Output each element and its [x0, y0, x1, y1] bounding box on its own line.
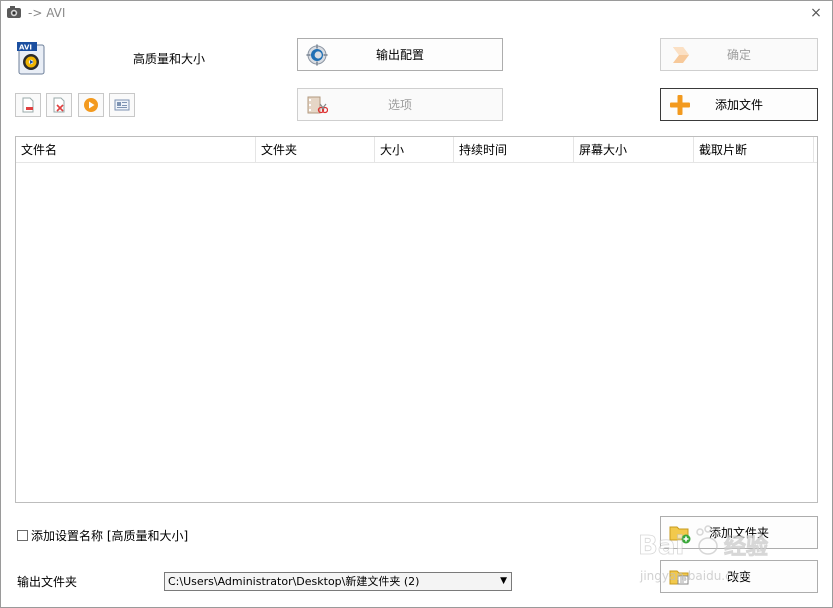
remove-file-icon: [22, 97, 34, 113]
options-button[interactable]: 选项: [297, 88, 503, 121]
delete-icon: [53, 97, 65, 113]
column-header-clip[interactable]: 截取片断: [694, 137, 814, 162]
column-header-screen-size[interactable]: 屏幕大小: [574, 137, 694, 162]
add-setting-name-option[interactable]: 添加设置名称 [高质量和大小]: [17, 527, 188, 544]
folder-edit-icon: [669, 570, 689, 584]
output-config-button[interactable]: 输出配置: [297, 38, 503, 71]
add-setting-name-label: 添加设置名称 [高质量和大小]: [31, 529, 189, 543]
change-button[interactable]: 改变: [660, 560, 818, 593]
output-folder-path: C:\Users\Administrator\Desktop\新建文件夹 (2): [168, 575, 420, 588]
preset-name: 高质量和大小: [133, 52, 206, 66]
info-icon: [114, 99, 130, 111]
window-title: -> AVI: [28, 6, 66, 20]
options-label: 选项: [387, 98, 412, 112]
add-folder-button[interactable]: 添加文件夹: [660, 516, 818, 549]
output-folder-select[interactable]: C:\Users\Administrator\Desktop\新建文件夹 (2)…: [164, 572, 512, 591]
play-button[interactable]: [78, 93, 104, 117]
remove-file-button[interactable]: [15, 93, 41, 117]
column-header-folder[interactable]: 文件夹: [256, 137, 375, 162]
chevron-down-icon: ▼: [500, 576, 507, 586]
info-button[interactable]: [109, 93, 135, 117]
file-list-header: 文件名 文件夹 大小 持续时间 屏幕大小 截取片断: [16, 137, 817, 163]
plus-icon: [670, 94, 690, 115]
gear-icon: [306, 44, 328, 65]
avi-badge-text: AVI: [19, 44, 32, 52]
column-header-filename[interactable]: 文件名: [16, 137, 256, 162]
play-icon: [84, 98, 98, 112]
delete-button[interactable]: [46, 93, 72, 117]
film-scissors-icon: [307, 96, 328, 113]
column-header-size[interactable]: 大小: [375, 137, 454, 162]
output-folder-label: 输出文件夹: [17, 575, 78, 589]
close-button[interactable]: ×: [806, 3, 826, 23]
app-camera-icon: [7, 6, 21, 18]
add-setting-name-checkbox[interactable]: [17, 530, 28, 541]
folder-add-icon: [669, 526, 691, 543]
file-list[interactable]: 文件名 文件夹 大小 持续时间 屏幕大小 截取片断: [15, 136, 818, 503]
ok-button[interactable]: 确定: [660, 38, 818, 71]
title-bar: -> AVI ×: [0, 0, 833, 26]
avi-format-icon: AVI: [17, 42, 45, 75]
arrow-right-icon: [673, 46, 689, 63]
add-file-button[interactable]: 添加文件: [660, 88, 818, 121]
column-header-duration[interactable]: 持续时间: [454, 137, 574, 162]
output-config-label: 输出配置: [375, 48, 424, 62]
